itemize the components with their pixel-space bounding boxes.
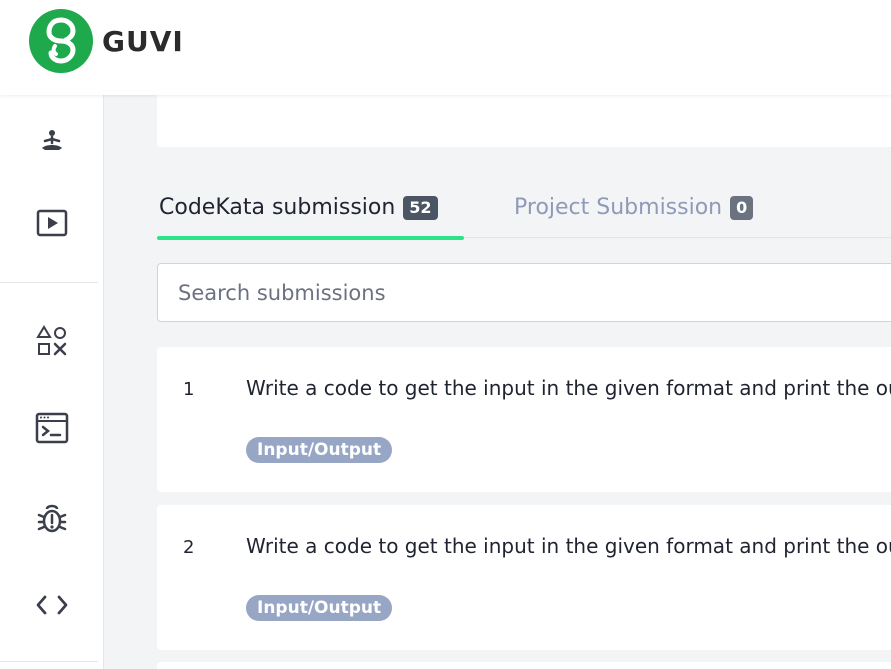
sidebar-item-code[interactable] xyxy=(0,577,104,637)
profile-card xyxy=(157,95,891,147)
tab-codekata-submission[interactable]: CodeKata submission 52 xyxy=(157,177,464,240)
brand-name: GUVI xyxy=(102,24,184,58)
main-content: CodeKata submission 52 Project Submissio… xyxy=(104,95,891,669)
terminal-window-icon xyxy=(35,412,69,448)
count-badge: 0 xyxy=(730,195,754,220)
sidebar-item-meditation[interactable] xyxy=(0,113,104,173)
video-play-icon xyxy=(36,209,68,241)
tab-project-submission[interactable]: Project Submission 0 xyxy=(514,177,754,238)
submission-tabs: CodeKata submission 52 Project Submissio… xyxy=(157,177,891,240)
sidebar-item-debug[interactable] xyxy=(0,491,104,551)
submission-number: 1 xyxy=(183,379,195,400)
sidebar-item-ide[interactable] xyxy=(0,400,104,460)
guvi-logo-icon xyxy=(29,9,93,73)
submission-number: 2 xyxy=(183,537,195,558)
submission-card[interactable]: 2 Write a code to get the input in the g… xyxy=(157,505,891,650)
sidebar-divider xyxy=(0,661,98,662)
shapes-icon xyxy=(36,325,68,361)
top-bar: GUVI xyxy=(0,0,891,95)
search-box xyxy=(157,263,891,322)
submission-card[interactable] xyxy=(157,662,891,669)
brand-logo[interactable]: GUVI xyxy=(29,9,184,73)
submission-title: Write a code to get the input in the giv… xyxy=(246,534,891,558)
topic-tag: Input/Output xyxy=(246,595,393,621)
count-badge: 52 xyxy=(403,195,438,220)
submission-title: Write a code to get the input in the giv… xyxy=(246,376,891,400)
sidebar-item-practice[interactable] xyxy=(0,313,104,373)
sidebar-divider xyxy=(0,282,98,283)
topic-tag: Input/Output xyxy=(246,437,393,463)
tab-label: CodeKata submission xyxy=(159,195,396,220)
submission-card[interactable]: 1 Write a code to get the input in the g… xyxy=(157,347,891,492)
search-input[interactable] xyxy=(178,280,891,305)
sidebar-item-videos[interactable] xyxy=(0,195,104,255)
sidebar xyxy=(0,95,104,669)
code-brackets-icon xyxy=(35,594,69,620)
bug-icon xyxy=(37,503,67,539)
tab-label: Project Submission xyxy=(514,195,723,220)
meditation-icon xyxy=(39,128,65,158)
